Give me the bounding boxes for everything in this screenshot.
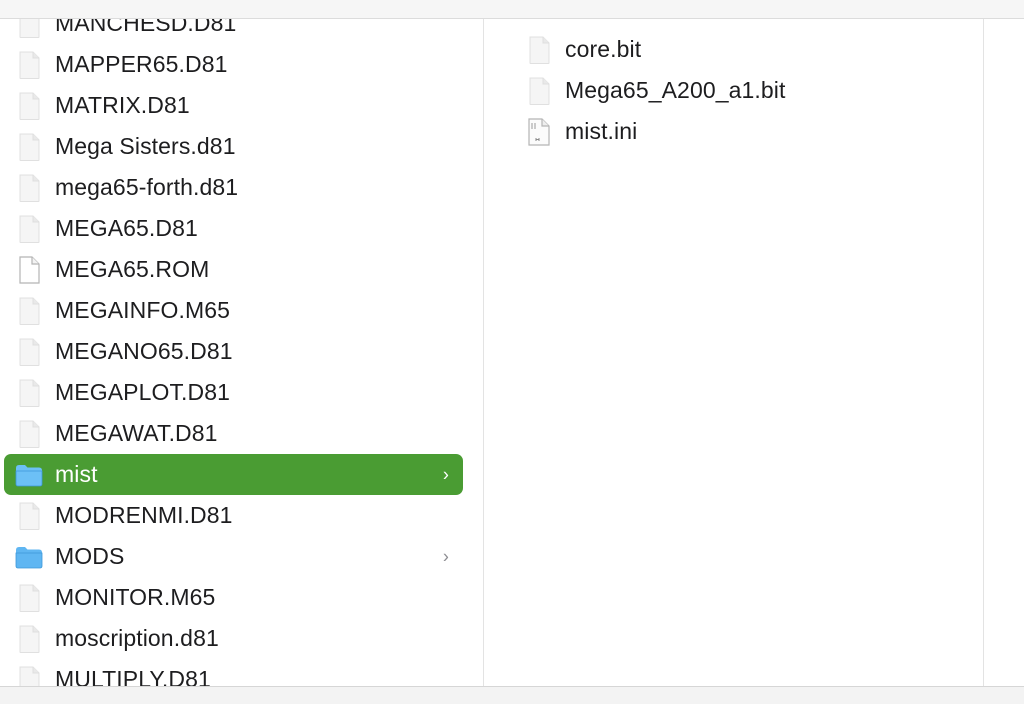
- file-row[interactable]: MEGA65.D81: [4, 208, 463, 249]
- file-name: MEGA65.D81: [55, 215, 198, 241]
- document-icon: [14, 50, 44, 80]
- document-icon: [14, 419, 44, 449]
- file-name: moscription.d81: [55, 625, 219, 651]
- finder-window: MANCHESD.D81 MAPPER65.D81 MATRIX.D81 Mega S…: [0, 0, 1024, 704]
- document-icon: [524, 76, 554, 106]
- document-icon: [14, 91, 44, 121]
- file-row[interactable]: Mega65_A200_a1.bit: [514, 70, 963, 111]
- chevron-right-icon: ›: [442, 546, 449, 566]
- ini-file-icon: [524, 117, 554, 147]
- file-name: MODS: [55, 543, 125, 569]
- document-icon: [14, 583, 44, 613]
- file-name: MATRIX.D81: [55, 92, 190, 118]
- folder-icon: [14, 542, 44, 572]
- chevron-right-icon: ›: [442, 464, 449, 484]
- document-icon: [14, 214, 44, 244]
- file-row[interactable]: Mega Sisters.d81: [4, 126, 463, 167]
- file-name: Mega Sisters.d81: [55, 133, 236, 159]
- file-row[interactable]: moscription.d81: [4, 618, 463, 659]
- file-row[interactable]: MANCHESD.D81: [4, 19, 463, 44]
- file-row[interactable]: MONITOR.M65: [4, 577, 463, 618]
- file-row[interactable]: core.bit: [514, 29, 963, 70]
- file-row[interactable]: MAPPER65.D81: [4, 44, 463, 85]
- file-row[interactable]: MEGAPLOT.D81: [4, 372, 463, 413]
- file-row[interactable]: MEGAWAT.D81: [4, 413, 463, 454]
- file-name: mega65-forth.d81: [55, 174, 239, 200]
- file-name: mist: [55, 461, 98, 487]
- mist-file-list: core.bit Mega65_A200_a1.bit mist.ini: [484, 29, 983, 152]
- file-row[interactable]: MATRIX.D81: [4, 85, 463, 126]
- file-name: mist.ini: [565, 118, 638, 144]
- file-name: MONITOR.M65: [55, 584, 216, 610]
- file-row[interactable]: MODRENMI.D81: [4, 495, 463, 536]
- folder-row[interactable]: MODS ›: [4, 536, 463, 577]
- document-icon: [14, 173, 44, 203]
- document-icon: [14, 501, 44, 531]
- document-icon: [14, 132, 44, 162]
- file-name: MEGANO65.D81: [55, 338, 233, 364]
- file-name: MEGAWAT.D81: [55, 420, 218, 446]
- file-row[interactable]: MEGANO65.D81: [4, 331, 463, 372]
- document-icon: [14, 378, 44, 408]
- file-row[interactable]: MULTIPLY.D81: [4, 659, 463, 686]
- parent-file-list: MANCHESD.D81 MAPPER65.D81 MATRIX.D81 Mega S…: [0, 19, 483, 686]
- toolbar-edge: [0, 0, 1024, 19]
- document-icon: [14, 296, 44, 326]
- file-name: core.bit: [565, 36, 642, 62]
- file-name: MEGAINFO.M65: [55, 297, 231, 323]
- file-row[interactable]: MEGA65.ROM: [4, 249, 463, 290]
- parent-column[interactable]: MANCHESD.D81 MAPPER65.D81 MATRIX.D81 Mega S…: [0, 19, 484, 686]
- file-name: MEGAPLOT.D81: [55, 379, 231, 405]
- document-icon: [14, 665, 44, 686]
- file-name: MULTIPLY.D81: [55, 666, 211, 686]
- file-icon: [14, 255, 44, 285]
- file-row[interactable]: mega65-forth.d81: [4, 167, 463, 208]
- file-row[interactable]: mist.ini: [514, 111, 963, 152]
- file-name: MAPPER65.D81: [55, 51, 228, 77]
- file-name: Mega65_A200_a1.bit: [565, 77, 786, 103]
- file-name: MANCHESD.D81: [55, 19, 237, 36]
- file-row[interactable]: MEGAINFO.M65: [4, 290, 463, 331]
- document-icon: [14, 337, 44, 367]
- file-name: MEGA65.ROM: [55, 256, 210, 282]
- document-icon: [524, 35, 554, 65]
- status-bar: [0, 686, 1024, 704]
- file-name: MODRENMI.D81: [55, 502, 233, 528]
- folder-icon: [14, 460, 44, 490]
- document-icon: [14, 19, 44, 39]
- mist-folder-column[interactable]: core.bit Mega65_A200_a1.bit mist.ini: [484, 19, 984, 686]
- empty-column[interactable]: [985, 19, 1024, 686]
- folder-row[interactable]: mist ›: [4, 454, 463, 495]
- document-icon: [14, 624, 44, 654]
